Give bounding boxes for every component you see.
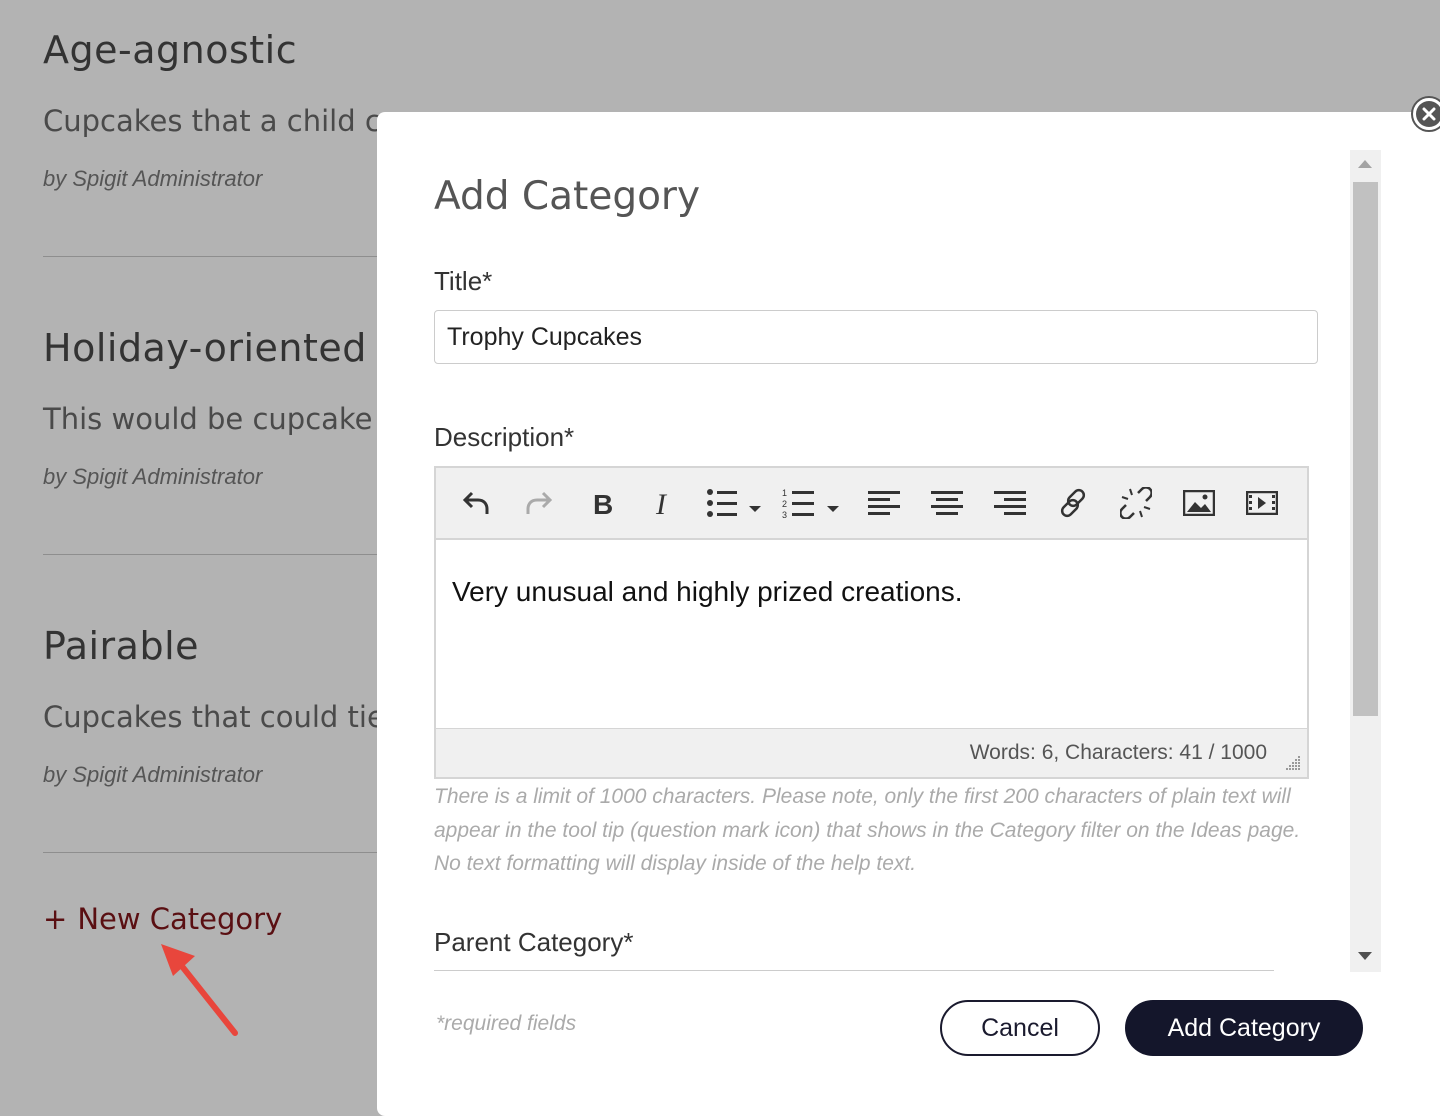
numbered-list-icon: 123 [782,488,839,520]
italic-icon: I [655,488,668,518]
description-label: Description* [434,422,575,452]
parent-category-field[interactable] [434,970,1274,971]
divider [43,256,383,257]
link-icon [1060,488,1086,518]
category-title: Age-agnostic [43,28,298,72]
insert-video-button[interactable] [1232,478,1292,528]
italic-button[interactable]: I [635,478,695,528]
image-icon [1183,490,1215,516]
svg-text:1: 1 [782,488,787,498]
svg-text:3: 3 [782,510,787,520]
title-input[interactable] [434,310,1318,364]
bullet-list-button[interactable] [698,478,773,528]
modal-title: Add Category [434,174,701,219]
divider [43,852,383,853]
align-left-button[interactable] [854,478,914,528]
category-description: Cupcakes that a child c [43,104,381,138]
scroll-down-icon[interactable] [1358,952,1372,960]
category-description: Cupcakes that could tie [43,700,385,734]
close-icon [1416,101,1440,127]
align-left-icon [868,491,900,515]
new-category-label: New Category [77,902,283,936]
category-title: Holiday-oriented [43,326,367,370]
align-right-icon [994,491,1026,515]
add-category-button[interactable]: Add Category [1125,1000,1363,1056]
undo-button[interactable] [446,478,506,528]
category-item: Age-agnostic Cupcakes that a child c by … [43,28,403,257]
category-item: Pairable Cupcakes that could tie by Spig… [43,624,403,853]
video-icon [1246,491,1278,515]
align-center-button[interactable] [917,478,977,528]
divider [43,554,383,555]
category-item: Holiday-oriented This would be cupcake b… [43,326,403,555]
category-title: Pairable [43,624,200,668]
svg-text:B: B [593,489,613,518]
cancel-button[interactable]: Cancel [940,1000,1100,1056]
new-category-link[interactable]: + New Category [43,902,282,936]
category-author: by Spigit Administrator [43,166,263,191]
unlink-button[interactable] [1106,478,1166,528]
numbered-list-button[interactable]: 123 [776,478,851,528]
link-button[interactable] [1043,478,1103,528]
undo-icon [462,491,489,514]
editor-toolbar: B I 123 [436,468,1307,540]
align-right-button[interactable] [980,478,1040,528]
parent-category-label: Parent Category* [434,927,634,957]
add-category-modal: Add Category Title* Description* B I 123 [377,112,1440,1116]
align-center-icon [931,491,963,515]
category-description: This would be cupcake [43,402,373,436]
plus-icon: + [43,902,68,936]
bold-button[interactable]: B [572,478,632,528]
editor-word-count: Words: 6, Characters: 41 / 1000 [436,728,1307,777]
category-author: by Spigit Administrator [43,762,263,787]
category-author: by Spigit Administrator [43,464,263,489]
arrow-annotation-icon [161,944,238,1036]
description-help-text: There is a limit of 1000 characters. Ple… [434,785,1301,875]
scroll-up-icon[interactable] [1358,160,1372,168]
insert-image-button[interactable] [1169,478,1229,528]
redo-icon [526,491,553,514]
required-fields-note: *required fields [436,1012,577,1035]
scrollbar-thumb[interactable] [1353,182,1378,716]
svg-text:I: I [655,488,668,518]
close-modal-button[interactable] [1411,96,1440,132]
resize-handle-icon[interactable] [1285,755,1301,771]
bullet-list-icon [706,489,761,517]
bold-icon: B [593,489,613,518]
title-label: Title* [434,266,493,296]
rich-text-editor: B I 123 Very unusual and highly prized c… [434,466,1309,779]
editor-content[interactable]: Very unusual and highly prized creations… [436,542,1307,728]
unlink-icon [1120,487,1152,519]
redo-button[interactable] [509,478,569,528]
svg-text:2: 2 [782,499,787,509]
